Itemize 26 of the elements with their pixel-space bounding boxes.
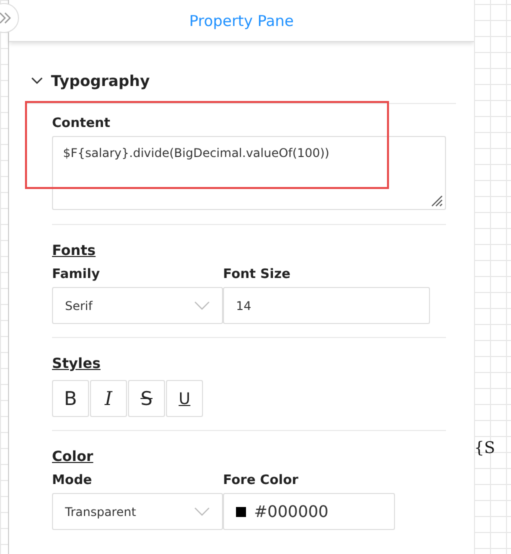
field-label: Content bbox=[52, 116, 112, 131]
field-label: Mode bbox=[52, 473, 93, 488]
panel-title: Property Pane bbox=[189, 12, 294, 30]
group-heading: Styles bbox=[52, 356, 102, 372]
group-heading: Fonts bbox=[52, 243, 97, 259]
bold-button[interactable]: B bbox=[52, 380, 89, 417]
double-chevron-icon bbox=[0, 12, 12, 24]
field-label: Fore Color bbox=[223, 473, 300, 488]
input-field[interactable]: 14 bbox=[223, 287, 430, 324]
canvas-text: {S bbox=[474, 438, 496, 457]
dropdown[interactable]: Serif bbox=[52, 287, 223, 324]
italic-button[interactable]: I bbox=[90, 380, 127, 417]
dropdown[interactable]: Transparent bbox=[52, 493, 223, 530]
underline-button[interactable]: U bbox=[166, 380, 203, 417]
strikethrough-button[interactable]: S bbox=[128, 380, 165, 417]
field-label: Family bbox=[52, 267, 101, 282]
chevron-icon bbox=[194, 506, 210, 516]
group-heading: Color bbox=[52, 449, 94, 465]
section-header[interactable]: Typography bbox=[26, 68, 456, 94]
resize-grip-icon[interactable] bbox=[429, 193, 443, 207]
chevron-icon bbox=[194, 300, 210, 310]
chevron-icon bbox=[31, 77, 43, 85]
content-field[interactable]: $F{salary}.divide(BigDecimal.valueOf(100)) bbox=[52, 136, 446, 210]
content-text: $F{salary}.divide(BigDecimal.valueOf(100)) bbox=[63, 146, 330, 160]
color-field[interactable]: #000000 bbox=[223, 493, 395, 530]
field-label: Font Size bbox=[223, 267, 292, 282]
